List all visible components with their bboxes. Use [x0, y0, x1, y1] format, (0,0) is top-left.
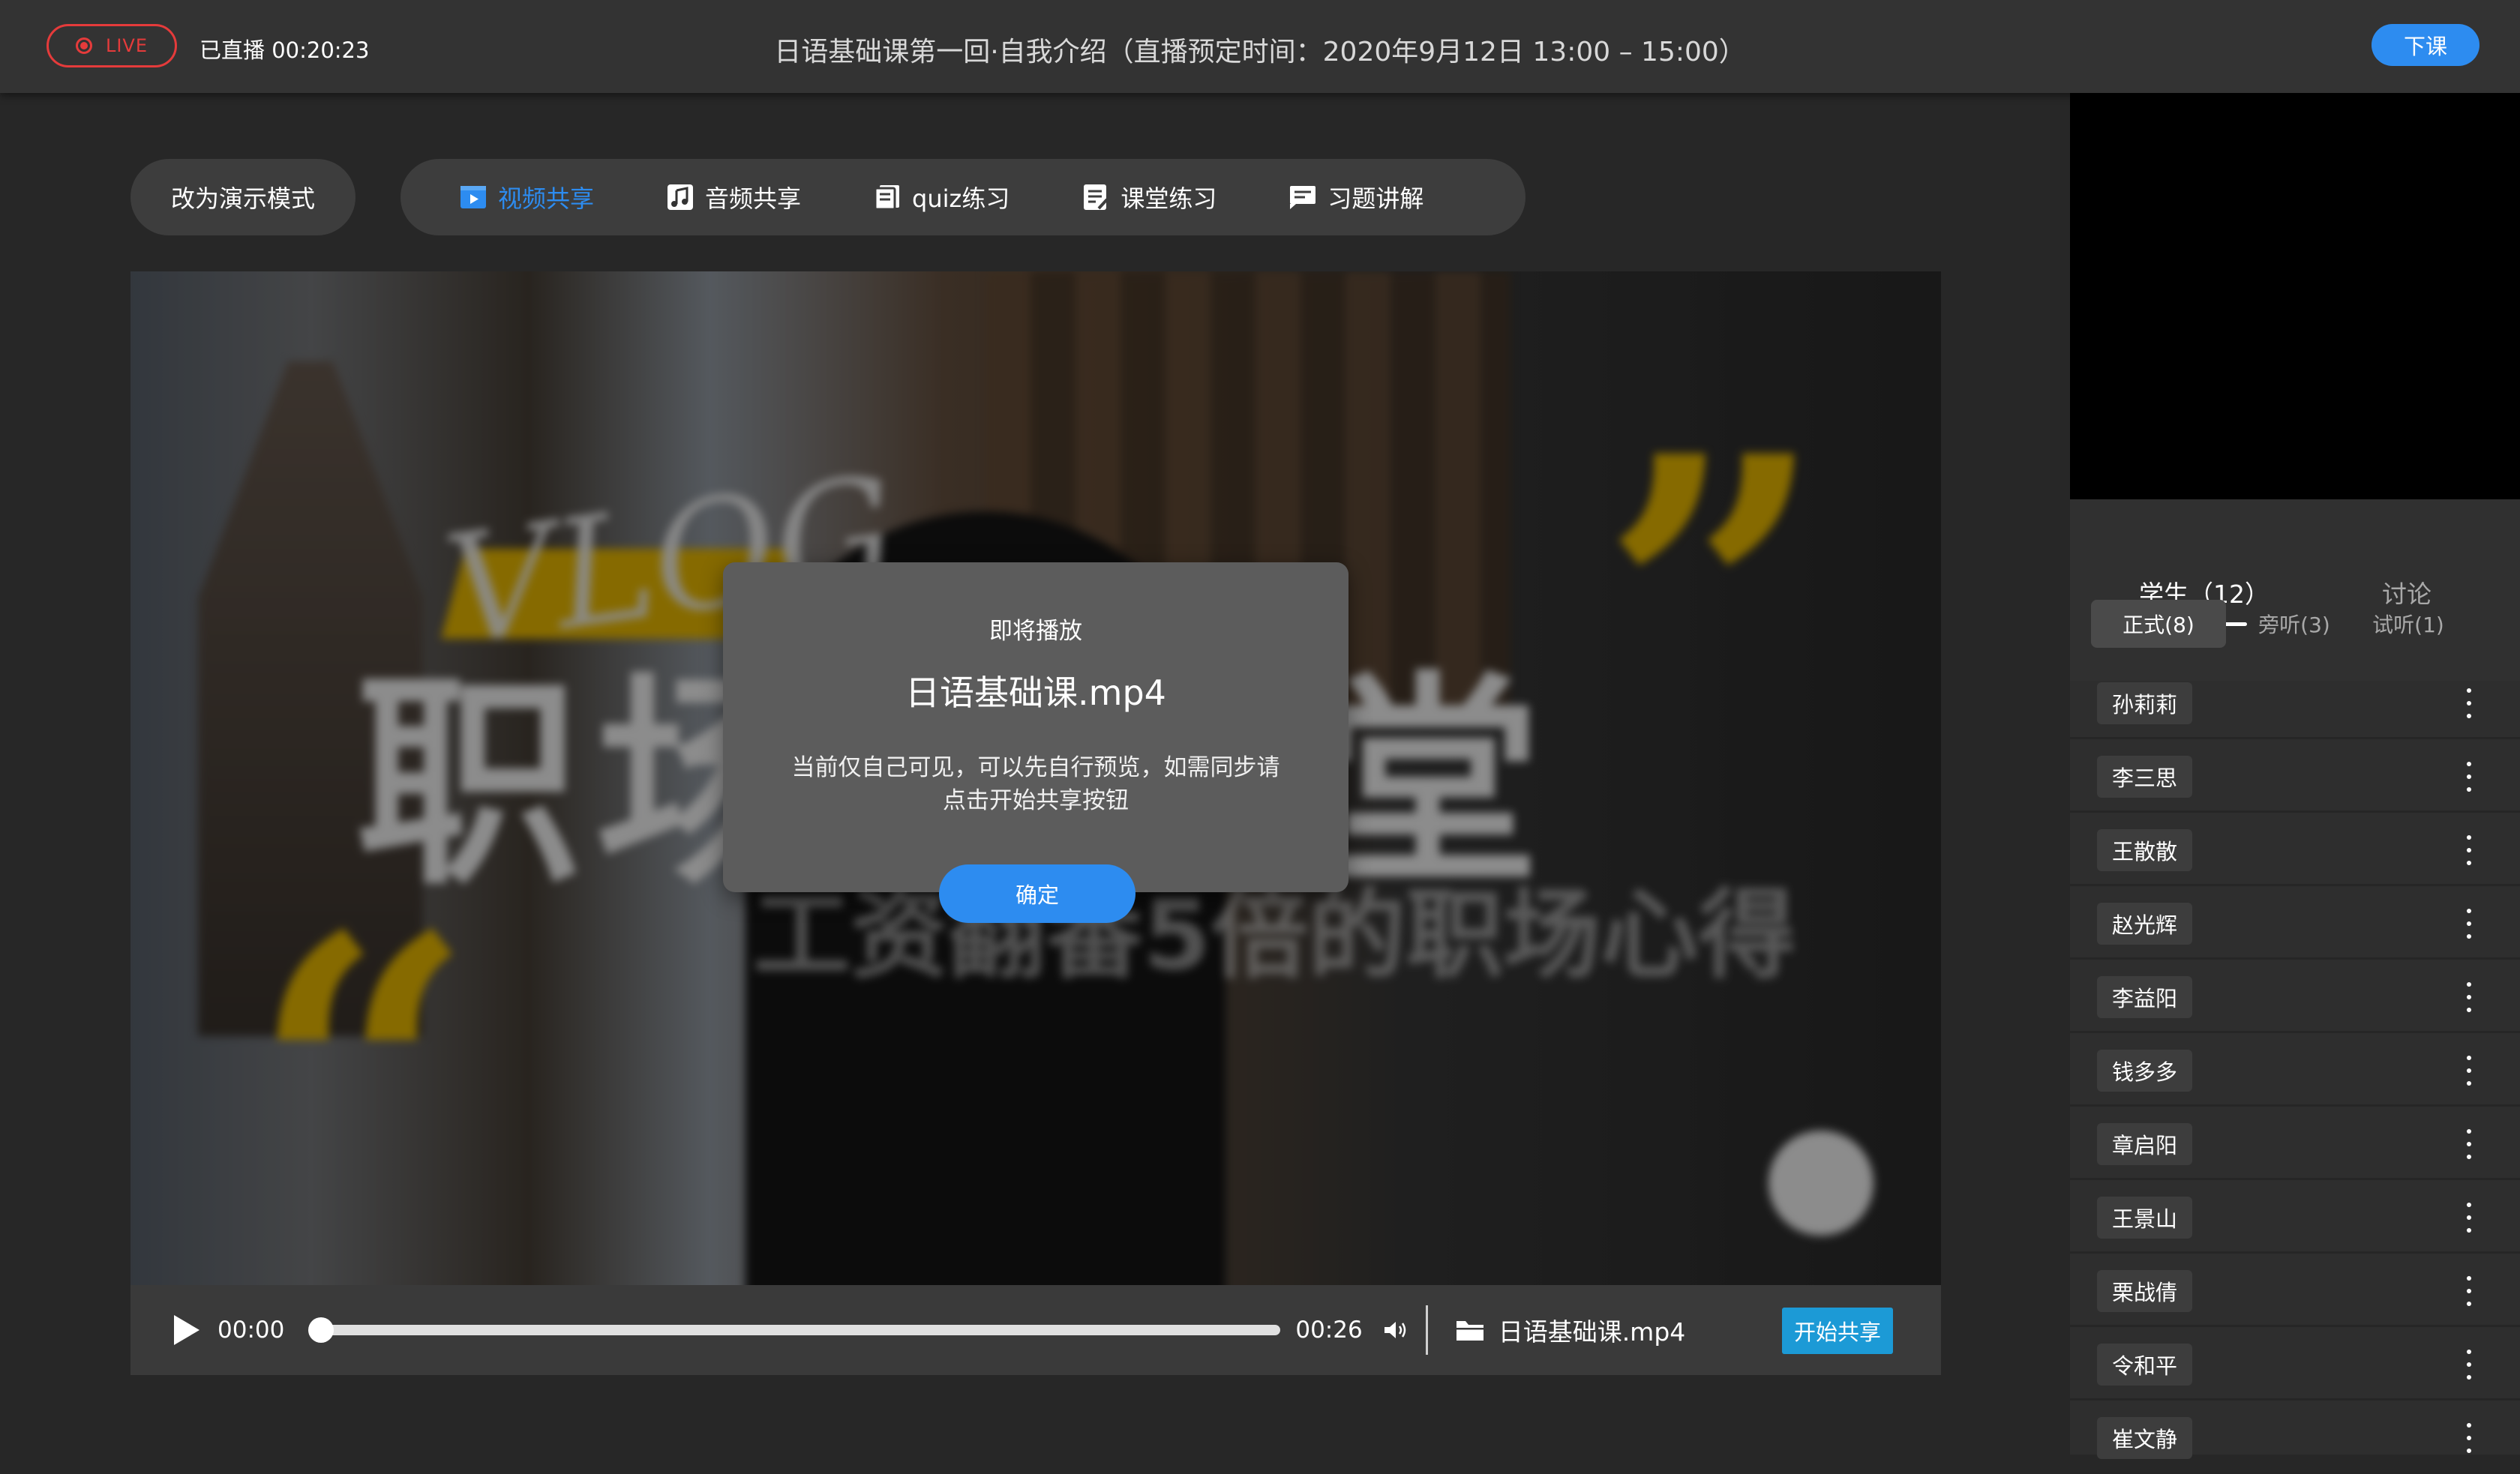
more-vertical-icon[interactable]	[2466, 982, 2472, 1012]
dialog-heading: 即将播放	[989, 618, 1082, 645]
subtab-official[interactable]: 正式(8)	[2091, 600, 2226, 648]
tool-explain[interactable]: 习题讲解	[1288, 180, 1424, 214]
more-vertical-icon[interactable]	[2466, 835, 2472, 865]
file-name: 日语基础课.mp4	[1498, 1317, 1686, 1347]
list-item: 钱多多	[2070, 1033, 2520, 1107]
student-name[interactable]: 崔文静	[2097, 1417, 2193, 1459]
student-name[interactable]: 李三思	[2097, 756, 2193, 798]
current-time: 00:00	[218, 1317, 285, 1344]
quiz-icon	[873, 183, 902, 211]
teacher-video	[2070, 93, 2520, 499]
tool-label: 课堂练习	[1120, 184, 1217, 213]
tool-class-exercise[interactable]: 课堂练习	[1082, 180, 1216, 214]
more-vertical-icon[interactable]	[2466, 688, 2472, 718]
top-bar: LIVE 已直播 00:20:23 日语基础课第一回·自我介绍（直播预定时间：2…	[0, 0, 2520, 93]
list-item: 李三思	[2070, 739, 2520, 813]
list-item: 崔文静	[2070, 1401, 2520, 1474]
student-name[interactable]: 章启阳	[2097, 1123, 2193, 1165]
list-item: 赵光辉	[2070, 886, 2520, 960]
more-vertical-icon[interactable]	[2466, 1276, 2472, 1306]
music-note-icon	[666, 183, 694, 211]
student-name[interactable]: 赵光辉	[2097, 903, 2193, 945]
start-share-button[interactable]: 开始共享	[1782, 1308, 1893, 1354]
list-item: 李益阳	[2070, 960, 2520, 1033]
explain-icon	[1288, 183, 1317, 211]
exercise-icon	[1082, 183, 1110, 211]
folder-icon	[1455, 1318, 1485, 1342]
tool-label: 视频共享	[498, 184, 595, 213]
list-item: 王散散	[2070, 813, 2520, 886]
share-toolbar: 视频共享 音频共享 quiz练习 课堂练习 习题讲解	[400, 159, 1526, 235]
list-item: 王景山	[2070, 1180, 2520, 1254]
play-icon[interactable]	[174, 1315, 200, 1345]
tool-label: quiz练习	[912, 184, 1010, 213]
more-vertical-icon[interactable]	[2466, 1423, 2472, 1453]
list-item: 章启阳	[2070, 1107, 2520, 1180]
presentation-mode-button[interactable]: 改为演示模式	[130, 159, 356, 235]
more-vertical-icon[interactable]	[2466, 1129, 2472, 1159]
end-class-button[interactable]: 下课	[2372, 24, 2480, 66]
tool-audio-share[interactable]: 音频共享	[666, 180, 801, 214]
page-title: 日语基础课第一回·自我介绍（直播预定时间：2020年9月12日 13:00 – …	[774, 37, 1746, 67]
progress-track[interactable]	[308, 1317, 1281, 1343]
progress-knob[interactable]	[308, 1317, 334, 1343]
tool-video-share[interactable]: 视频共享	[459, 180, 594, 214]
student-name[interactable]: 王散散	[2097, 829, 2193, 871]
student-name[interactable]: 栗战倩	[2097, 1270, 2193, 1312]
list-item: 令和平	[2070, 1327, 2520, 1401]
volume-icon[interactable]	[1382, 1317, 1409, 1344]
student-list: 孙莉莉 李三思 王散散 赵光辉 李益阳 钱多多 章启阳 王景山 栗战倩 令和平 …	[2070, 666, 2520, 1474]
subtab-trial[interactable]: 试听(1)	[2361, 600, 2456, 648]
video-share-icon	[459, 183, 488, 211]
student-name[interactable]: 王景山	[2097, 1197, 2193, 1239]
more-vertical-icon[interactable]	[2466, 762, 2472, 792]
tool-label: 习题讲解	[1328, 184, 1424, 213]
student-name[interactable]: 令和平	[2097, 1344, 2193, 1386]
more-vertical-icon[interactable]	[2466, 1203, 2472, 1233]
dialog-message: 当前仅自己可见，可以先自行预览，如需同步请点击开始共享按钮	[791, 754, 1280, 814]
student-name[interactable]: 钱多多	[2097, 1050, 2193, 1092]
more-vertical-icon[interactable]	[2466, 1056, 2472, 1086]
student-name[interactable]: 李益阳	[2097, 976, 2193, 1018]
duration: 00:26	[1295, 1317, 1363, 1344]
tool-quiz[interactable]: quiz练习	[873, 180, 1010, 214]
tool-label: 音频共享	[705, 184, 802, 213]
video-controls: 00:00 00:26 日语基础课.mp4 开始共享	[130, 1285, 1941, 1375]
dialog-file-name: 日语基础课.mp4	[905, 673, 1166, 713]
right-sidebar: 学生（12） 讨论 正式(8) 旁听(3) 试听(1) 孙莉莉 李三思 王散散 …	[2070, 93, 2520, 1474]
controls-divider	[1425, 1305, 1428, 1355]
student-name[interactable]: 孙莉莉	[2097, 682, 2193, 724]
confirm-button[interactable]: 确定	[939, 864, 1136, 923]
sidebar-tabs: 学生（12） 讨论 正式(8) 旁听(3) 试听(1)	[2070, 499, 2520, 681]
list-item: 孙莉莉	[2070, 666, 2520, 739]
more-vertical-icon[interactable]	[2466, 1350, 2472, 1380]
subtab-auditor[interactable]: 旁听(3)	[2247, 600, 2342, 648]
more-vertical-icon[interactable]	[2466, 909, 2472, 939]
play-confirm-dialog: 即将播放 日语基础课.mp4 当前仅自己可见，可以先自行预览，如需同步请点击开始…	[723, 562, 1348, 892]
list-item: 栗战倩	[2070, 1254, 2520, 1327]
